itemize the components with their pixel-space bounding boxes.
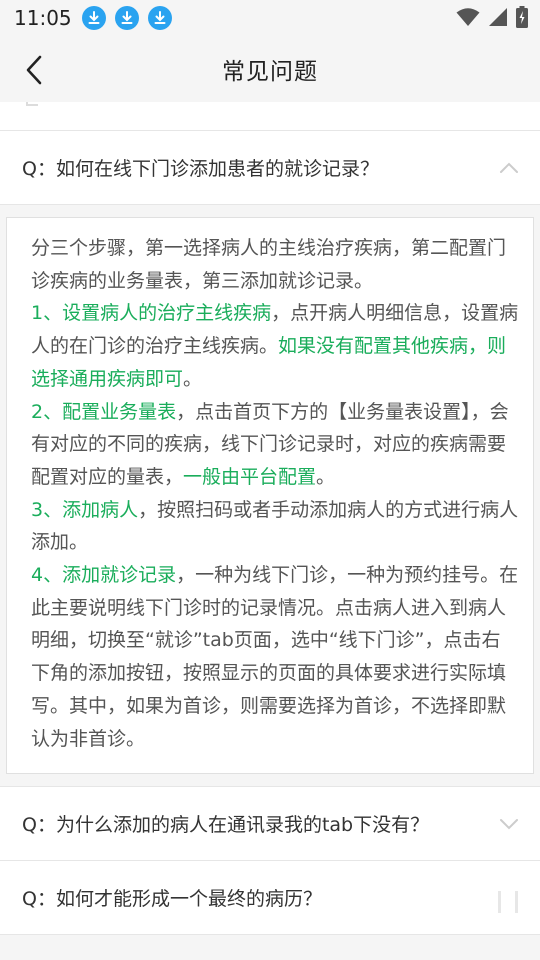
answer-intro: 分三个步骤，第一选择病人的主线治疗疾病，第二配置门诊疾病的业务量表，第三添加就诊… [31,237,507,292]
back-button[interactable] [14,50,54,90]
navigation-bar: 常见问题 [0,36,540,102]
status-bar: 11:05 [0,0,540,36]
question-text: Q：如何在线下门诊添加患者的就诊记录？ [22,158,379,180]
status-time: 11:05 [14,6,72,30]
system-icons [448,6,528,28]
download-icon [81,6,106,30]
step2-title: 2、配置业务量表 [31,400,177,423]
step1-end: 。 [183,367,203,390]
chevron-down-icon [498,813,520,835]
battery-icon [516,6,528,28]
step2-end: 。 [316,465,336,488]
step1-title: 1、设置病人的治疗主线疾病 [31,302,272,325]
question-text: Q：为什么添加的病人在通讯录我的tab下没有？ [22,814,430,837]
faq-question-3[interactable]: Q：如何才能形成一个最终的病历？ [0,861,540,936]
page-title: 常见问题 [222,59,318,85]
step4-text: ，一种为线下门诊，一种为预约挂号。在此主要说明线下门诊时的记录情况。点击病人进入… [31,564,519,750]
list-item-partial [0,102,540,131]
faq-question-2[interactable]: Q：为什么添加的病人在通讯录我的tab下没有？ [0,787,540,862]
chevron-up-icon [498,157,520,179]
step3-title: 3、添加病人 [31,498,139,521]
chevron-left-icon [26,55,42,85]
faq-list[interactable]: Q：如何在线下门诊添加患者的就诊记录？ 分三个步骤，第一选择病人的主线治疗疾病，… [0,102,540,960]
download-icon [147,6,172,30]
step2-note: 一般由平台配置 [183,465,317,488]
faq-answer-1: 分三个步骤，第一选择病人的主线治疗疾病，第二配置门诊疾病的业务量表，第三添加就诊… [0,205,540,788]
wifi-icon [456,7,480,27]
notification-icons [81,6,181,30]
question-text: Q：如何才能形成一个最终的病历？ [22,888,322,911]
scroll-indicator [498,891,518,914]
faq-question-1[interactable]: Q：如何在线下门诊添加患者的就诊记录？ [0,131,540,205]
step4-title: 4、添加就诊记录 [31,564,177,587]
answer-content: 分三个步骤，第一选择病人的主线治疗疾病，第二配置门诊疾病的业务量表，第三添加就诊… [6,217,534,775]
download-icon [114,6,139,30]
cellular-icon [488,7,508,27]
